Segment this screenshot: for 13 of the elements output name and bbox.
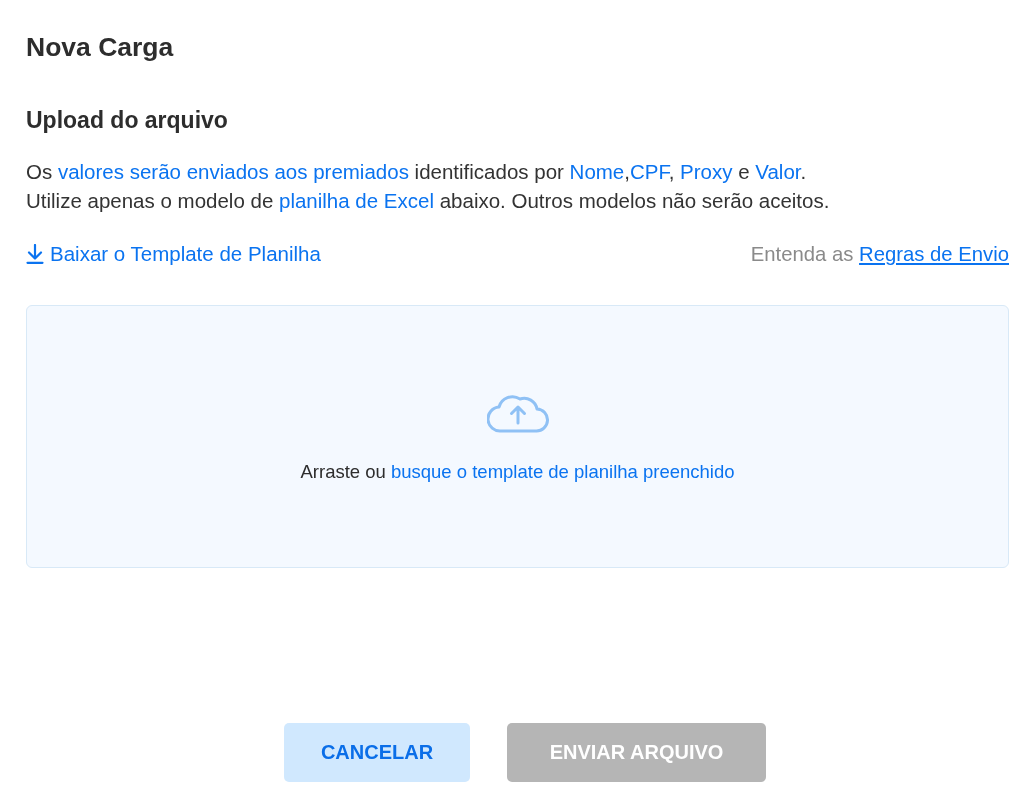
- description-line: Os valores serão enviados aos premiados identificados por Nome,CPF, Proxy e Valor.: [26, 159, 807, 185]
- description-line: Utilize apenas o modelo de planilha de Excel abaixo. Outros modelos não serão aceitos.: [26, 188, 830, 214]
- download-template-link[interactable]: Baixar o Template de Planilha: [26, 241, 321, 267]
- rules-text: Entenda as Regras de Envio: [750, 242, 1009, 267]
- browse-file-link[interactable]: busque o template de planilha preenchido: [390, 461, 735, 482]
- download-icon: [26, 244, 44, 264]
- rules-link[interactable]: Regras de Envio: [859, 243, 1009, 265]
- cloud-upload-icon: [486, 393, 549, 433]
- page-title: Nova Carga: [26, 31, 174, 64]
- file-drop-zone[interactable]: Arraste ou busque o template de planilha preenchido: [26, 305, 1009, 568]
- cancel-button[interactable]: CANCELAR: [284, 723, 470, 782]
- drop-instruction: Arraste ou busque o template de planilha preenchido: [300, 460, 735, 483]
- section-title: Upload do arquivo: [26, 106, 228, 134]
